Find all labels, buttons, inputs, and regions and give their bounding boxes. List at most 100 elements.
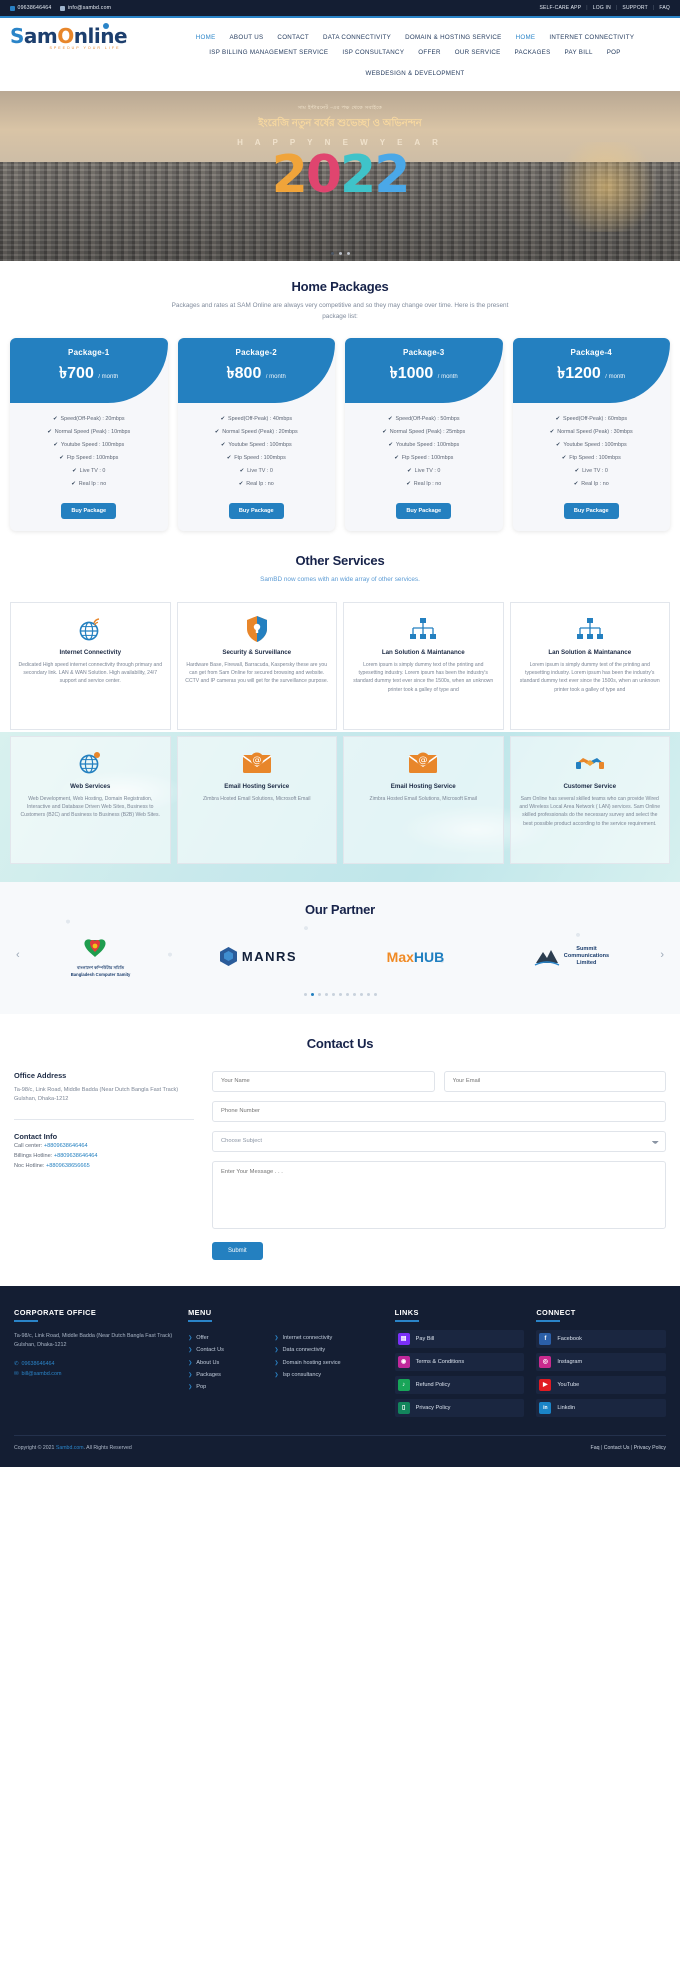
footer-menu-item-about-us[interactable]: ❯ About Us	[188, 1356, 268, 1368]
service-card[interactable]: Customer Service Sam Online has several …	[509, 735, 670, 864]
copyright-link[interactable]: Sambd.com	[56, 1445, 84, 1451]
message-textarea[interactable]	[212, 1160, 666, 1229]
instagram-icon: ◎	[539, 1355, 552, 1368]
footer-social-instagram[interactable]: ◎ Instagram	[536, 1352, 666, 1371]
nav-item-internet-connectivity[interactable]: INTERNET CONNECTIVITY	[549, 34, 634, 41]
topbar-email[interactable]: info@sambd.com	[60, 5, 111, 11]
footer-bottom-contact-us[interactable]: Contact Us	[604, 1445, 630, 1451]
package-card[interactable]: Package-4 ৳1200 / month ✔ Speed(Off-Peak)…	[512, 338, 670, 532]
service-card[interactable]: Lan Solution & Maintanance Lorem ipsum i…	[343, 601, 504, 730]
package-card[interactable]: Package-3 ৳1000 / month ✔ Speed(Off-Peak)…	[345, 338, 503, 532]
package-card[interactable]: Package-2 ৳800 / month ✔ Speed(Off-Peak) …	[177, 338, 335, 532]
name-input[interactable]	[212, 1070, 435, 1092]
topbar-link-self-care-app[interactable]: SELF-CARE APP	[539, 5, 581, 11]
partner-next-arrow[interactable]: ›	[660, 949, 664, 961]
footer-link-pay-bill[interactable]: ▤ Pay Bill	[394, 1329, 525, 1348]
topbar-link-faq[interactable]: FAQ	[659, 5, 670, 11]
service-card[interactable]: Lan Solution & Maintanance Lorem ipsum i…	[509, 601, 670, 730]
nav-item-webdesign-development[interactable]: WEBDESIGN & DEVELOPMENT	[365, 70, 464, 77]
hero-dot-1[interactable]	[330, 252, 334, 255]
logo-link[interactable]: SamOnline SPEEDUP YOUR LIFE	[10, 22, 160, 50]
billing-hotline-value[interactable]: +8809638646464	[54, 1153, 98, 1159]
nav-item-packages[interactable]: PACKAGES	[515, 49, 551, 56]
noc-hotline-value[interactable]: +8809638656665	[46, 1163, 90, 1169]
footer-phone[interactable]: 09638646464	[22, 1361, 55, 1367]
service-card[interactable]: @ Email Hosting Service Zimbra Hosted Em…	[343, 735, 504, 864]
hero-dot-2[interactable]	[338, 252, 342, 255]
call-center-value[interactable]: +8809638646464	[44, 1143, 88, 1149]
footer-email[interactable]: bill@sambd.com	[22, 1371, 62, 1377]
subject-select[interactable]: Choose Subject	[212, 1130, 666, 1152]
service-card[interactable]: Security & Surveillance Hardware Base, F…	[176, 601, 337, 730]
footer-bottom-faq[interactable]: Faq	[591, 1445, 600, 1451]
footer-menu-item-isp-consultancy[interactable]: ❯ Isp consultancy	[274, 1369, 382, 1381]
nav-item-offer[interactable]: OFFER	[418, 49, 440, 56]
email-input[interactable]	[443, 1070, 666, 1092]
phone-input[interactable]	[212, 1100, 666, 1122]
nav-item-our-service[interactable]: OUR SERVICE	[455, 49, 501, 56]
footer-menu-item-offer[interactable]: ❯ Offer	[188, 1332, 268, 1344]
nav-item-about-us[interactable]: ABOUT US	[230, 34, 264, 41]
footer-social-facebook[interactable]: f Facebook	[536, 1329, 666, 1348]
footer-phone-row[interactable]: ✆ 09638646464	[14, 1359, 176, 1369]
footer-bottom-privacy-policy[interactable]: Privacy Policy	[634, 1445, 666, 1451]
nav-item-home[interactable]: HOME	[196, 34, 216, 41]
service-card[interactable]: @ Email Hosting Service Zimbra Hosted Em…	[176, 735, 337, 864]
partner-dot-9[interactable]	[359, 992, 363, 996]
nav-item-isp-consultancy[interactable]: ISP CONSULTANCY	[342, 49, 404, 56]
partner-prev-arrow[interactable]: ‹	[16, 949, 20, 961]
hero-carousel[interactable]: সাম ইন্টারনেট -এর পক্ষ থেকে সবাইকে ইংরেজ…	[0, 91, 680, 261]
topbar-link-log-in[interactable]: LOG IN	[593, 5, 611, 11]
footer-menu-item-data-connectivity[interactable]: ❯ Data connectivity	[274, 1344, 382, 1356]
partner-logo-maxhub[interactable]: MaxHUB	[387, 949, 445, 965]
check-icon: ✔	[549, 428, 555, 435]
footer-menu-item-internet-connectivity[interactable]: ❯ Internet connectivity	[274, 1332, 382, 1344]
submit-button[interactable]: Submit	[212, 1241, 263, 1260]
partner-dot-1[interactable]	[303, 992, 307, 996]
nav-item-pop[interactable]: POP	[607, 49, 621, 56]
nav-item-domain-hosting-service[interactable]: DOMAIN & HOSTING SERVICE	[405, 34, 501, 41]
footer-menu-item-packages[interactable]: ❯ Packages	[188, 1369, 268, 1381]
partner-logo-bcs[interactable]: বাংলাদেশ কম্পিউটার সমিতি Bangladesh Comp…	[71, 937, 130, 977]
partner-dot-7[interactable]	[345, 992, 349, 996]
partner-dot-6[interactable]	[338, 992, 342, 996]
topbar-phone[interactable]: 09638646464	[10, 5, 51, 11]
nav-item-data-connectivity[interactable]: DATA CONNECTIVITY	[323, 34, 391, 41]
partner-dot-8[interactable]	[352, 992, 356, 996]
partner-logo-manrs[interactable]: MANRS	[219, 947, 297, 967]
package-button-row: Buy Package	[519, 499, 665, 520]
partner-logo-summit[interactable]: Summit Communications Limited	[534, 946, 609, 968]
footer-link-refund-policy[interactable]: ♪ Refund Policy	[394, 1375, 525, 1394]
partner-carousel-dots[interactable]	[10, 992, 670, 996]
package-card[interactable]: Package-1 ৳700 / month ✔ Speed(Off-Peak) …	[10, 338, 168, 532]
partner-dot-5[interactable]	[331, 992, 335, 996]
payment-card-icon: ▤	[397, 1332, 410, 1345]
service-card[interactable]: Web Services Web Development, Web Hostin…	[10, 735, 171, 864]
buy-package-button[interactable]: Buy Package	[396, 503, 452, 520]
footer-menu-item-pop[interactable]: ❯ Pop	[188, 1381, 268, 1393]
buy-package-button[interactable]: Buy Package	[563, 503, 619, 520]
footer-links-heading: LINKS	[394, 1308, 525, 1322]
hero-carousel-dots[interactable]	[0, 252, 680, 255]
nav-item-home-2[interactable]: HOME	[516, 34, 536, 41]
partner-dot-10[interactable]	[366, 992, 370, 996]
partner-dot-4[interactable]	[324, 992, 328, 996]
buy-package-button[interactable]: Buy Package	[61, 503, 117, 520]
buy-package-button[interactable]: Buy Package	[228, 503, 284, 520]
partner-dot-2[interactable]	[310, 992, 314, 996]
hero-dot-3[interactable]	[346, 252, 350, 255]
nav-item-isp-billing-management-service[interactable]: ISP BILLING MANAGEMENT SERVICE	[209, 49, 328, 56]
nav-item-pay-bill[interactable]: PAY BILL	[565, 49, 593, 56]
footer-menu-item-contact-us[interactable]: ❯ Contact Us	[188, 1344, 268, 1356]
footer-menu-item-domain-hosting-service[interactable]: ❯ Domain hosting service	[274, 1356, 382, 1368]
footer-link-terms-conditions[interactable]: ◉ Terms & Conditions	[394, 1352, 525, 1371]
partner-dot-3[interactable]	[317, 992, 321, 996]
footer-social-linkedin[interactable]: in Linkdin	[536, 1398, 666, 1417]
footer-link-privacy-policy[interactable]: ▯ Privacy Policy	[394, 1398, 525, 1417]
footer-social-youtube[interactable]: ▶ YouTube	[536, 1375, 666, 1394]
topbar-link-support[interactable]: SUPPORT	[622, 5, 647, 11]
partner-dot-11[interactable]	[373, 992, 377, 996]
footer-email-row[interactable]: ✉ bill@sambd.com	[14, 1369, 176, 1379]
nav-item-contact[interactable]: CONTACT	[277, 34, 309, 41]
service-card[interactable]: Internet Connectivity Dedicated High spe…	[10, 601, 171, 730]
